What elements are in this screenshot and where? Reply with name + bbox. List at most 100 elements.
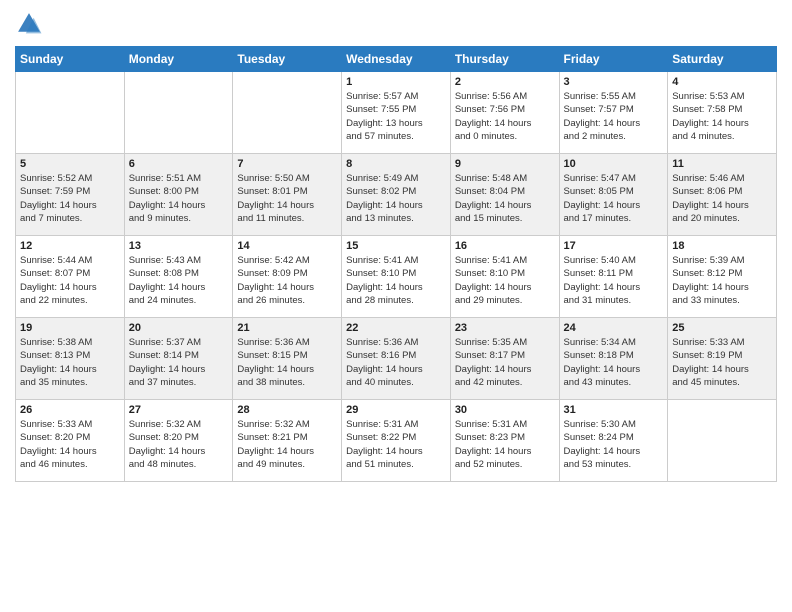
weekday-header-tuesday: Tuesday	[233, 47, 342, 72]
day-number: 19	[20, 322, 120, 334]
weekday-header-saturday: Saturday	[668, 47, 777, 72]
weekday-header-wednesday: Wednesday	[342, 47, 451, 72]
day-number: 5	[20, 158, 120, 170]
logo	[15, 10, 47, 38]
day-number: 23	[455, 322, 555, 334]
calendar-cell: 9Sunrise: 5:48 AM Sunset: 8:04 PM Daylig…	[450, 154, 559, 236]
day-info: Sunrise: 5:41 AM Sunset: 8:10 PM Dayligh…	[455, 254, 555, 307]
weekday-header-sunday: Sunday	[16, 47, 125, 72]
calendar-cell	[668, 400, 777, 482]
day-info: Sunrise: 5:47 AM Sunset: 8:05 PM Dayligh…	[564, 172, 664, 225]
day-number: 14	[237, 240, 337, 252]
day-number: 11	[672, 158, 772, 170]
calendar-cell: 21 Sunrise: 5:36 AM Sunset: 8:15 PM Dayli…	[233, 318, 342, 400]
calendar-cell: 4 Sunrise: 5:53 AM Sunset: 7:58 PM Daylig…	[668, 72, 777, 154]
day-info: Sunrise: 5:57 AM Sunset: 7:55 PM Dayligh…	[346, 90, 446, 143]
day-info: Sunrise: 5:31 AM Sunset: 8:23 PM Dayligh…	[455, 418, 555, 471]
day-number: 27	[129, 404, 229, 416]
day-info: Sunrise: 5:31 AM Sunset: 8:22 PM Dayligh…	[346, 418, 446, 471]
week-row-4: 19Sunrise: 5:38 AM Sunset: 8:13 PM Dayli…	[16, 318, 777, 400]
header	[15, 10, 777, 38]
day-info: Sunrise: 5:53 AM Sunset: 7:58 PM Dayligh…	[672, 90, 772, 143]
day-number: 10	[564, 158, 664, 170]
calendar-cell: 2Sunrise: 5:56 AM Sunset: 7:56 PM Daylig…	[450, 72, 559, 154]
calendar-cell: 22 Sunrise: 5:36 AM Sunset: 8:16 PM Dayli…	[342, 318, 451, 400]
day-number: 20	[129, 322, 229, 334]
day-number: 15	[346, 240, 446, 252]
logo-icon	[15, 10, 43, 38]
day-info: Sunrise: 5:37 AM Sunset: 8:14 PM Dayligh…	[129, 336, 229, 389]
calendar-cell: 12 Sunrise: 5:44 AM Sunset: 8:07 PM Dayli…	[16, 236, 125, 318]
weekday-header-monday: Monday	[124, 47, 233, 72]
calendar-cell: 26 Sunrise: 5:33 AM Sunset: 8:20 PM Dayli…	[16, 400, 125, 482]
calendar-cell: 29 Sunrise: 5:31 AM Sunset: 8:22 PM Dayli…	[342, 400, 451, 482]
day-info: Sunrise: 5:32 AM Sunset: 8:21 PM Dayligh…	[237, 418, 337, 471]
week-row-1: 1 Sunrise: 5:57 AM Sunset: 7:55 PM Daylig…	[16, 72, 777, 154]
day-info: Sunrise: 5:34 AM Sunset: 8:18 PM Dayligh…	[564, 336, 664, 389]
weekday-header-row: SundayMondayTuesdayWednesdayThursdayFrid…	[16, 47, 777, 72]
day-number: 6	[129, 158, 229, 170]
day-info: Sunrise: 5:32 AM Sunset: 8:20 PM Dayligh…	[129, 418, 229, 471]
day-number: 7	[237, 158, 337, 170]
calendar-cell: 20 Sunrise: 5:37 AM Sunset: 8:14 PM Dayli…	[124, 318, 233, 400]
day-number: 18	[672, 240, 772, 252]
weekday-header-thursday: Thursday	[450, 47, 559, 72]
day-number: 12	[20, 240, 120, 252]
day-number: 30	[455, 404, 555, 416]
day-number: 2	[455, 76, 555, 88]
calendar-cell: 28 Sunrise: 5:32 AM Sunset: 8:21 PM Dayli…	[233, 400, 342, 482]
day-info: Sunrise: 5:49 AM Sunset: 8:02 PM Dayligh…	[346, 172, 446, 225]
day-info: Sunrise: 5:44 AM Sunset: 8:07 PM Dayligh…	[20, 254, 120, 307]
day-info: Sunrise: 5:52 AM Sunset: 7:59 PM Dayligh…	[20, 172, 120, 225]
day-info: Sunrise: 5:36 AM Sunset: 8:15 PM Dayligh…	[237, 336, 337, 389]
day-info: Sunrise: 5:33 AM Sunset: 8:20 PM Dayligh…	[20, 418, 120, 471]
week-row-2: 5 Sunrise: 5:52 AM Sunset: 7:59 PM Daylig…	[16, 154, 777, 236]
day-number: 17	[564, 240, 664, 252]
day-info: Sunrise: 5:33 AM Sunset: 8:19 PM Dayligh…	[672, 336, 772, 389]
day-number: 22	[346, 322, 446, 334]
day-number: 21	[237, 322, 337, 334]
day-number: 31	[564, 404, 664, 416]
day-number: 13	[129, 240, 229, 252]
calendar-cell: 30 Sunrise: 5:31 AM Sunset: 8:23 PM Dayli…	[450, 400, 559, 482]
calendar-cell: 24 Sunrise: 5:34 AM Sunset: 8:18 PM Dayli…	[559, 318, 668, 400]
calendar-cell: 17Sunrise: 5:40 AM Sunset: 8:11 PM Dayli…	[559, 236, 668, 318]
day-number: 4	[672, 76, 772, 88]
calendar-cell: 31Sunrise: 5:30 AM Sunset: 8:24 PM Dayli…	[559, 400, 668, 482]
day-number: 9	[455, 158, 555, 170]
calendar-cell: 16 Sunrise: 5:41 AM Sunset: 8:10 PM Dayli…	[450, 236, 559, 318]
day-info: Sunrise: 5:36 AM Sunset: 8:16 PM Dayligh…	[346, 336, 446, 389]
day-number: 26	[20, 404, 120, 416]
day-info: Sunrise: 5:42 AM Sunset: 8:09 PM Dayligh…	[237, 254, 337, 307]
calendar-cell: 23 Sunrise: 5:35 AM Sunset: 8:17 PM Dayli…	[450, 318, 559, 400]
day-number: 25	[672, 322, 772, 334]
day-number: 24	[564, 322, 664, 334]
day-number: 29	[346, 404, 446, 416]
calendar-cell	[124, 72, 233, 154]
calendar-cell: 18 Sunrise: 5:39 AM Sunset: 8:12 PM Dayli…	[668, 236, 777, 318]
calendar-cell: 5 Sunrise: 5:52 AM Sunset: 7:59 PM Daylig…	[16, 154, 125, 236]
calendar-cell: 7Sunrise: 5:50 AM Sunset: 8:01 PM Daylig…	[233, 154, 342, 236]
day-info: Sunrise: 5:39 AM Sunset: 8:12 PM Dayligh…	[672, 254, 772, 307]
day-info: Sunrise: 5:41 AM Sunset: 8:10 PM Dayligh…	[346, 254, 446, 307]
calendar-cell: 14 Sunrise: 5:42 AM Sunset: 8:09 PM Dayli…	[233, 236, 342, 318]
calendar-cell: 6Sunrise: 5:51 AM Sunset: 8:00 PM Daylig…	[124, 154, 233, 236]
calendar-cell: 13 Sunrise: 5:43 AM Sunset: 8:08 PM Dayli…	[124, 236, 233, 318]
day-number: 16	[455, 240, 555, 252]
weekday-header-friday: Friday	[559, 47, 668, 72]
week-row-5: 26 Sunrise: 5:33 AM Sunset: 8:20 PM Dayli…	[16, 400, 777, 482]
day-info: Sunrise: 5:43 AM Sunset: 8:08 PM Dayligh…	[129, 254, 229, 307]
day-number: 28	[237, 404, 337, 416]
calendar-cell	[233, 72, 342, 154]
calendar-cell: 25 Sunrise: 5:33 AM Sunset: 8:19 PM Dayli…	[668, 318, 777, 400]
calendar-table: SundayMondayTuesdayWednesdayThursdayFrid…	[15, 46, 777, 482]
calendar-cell: 3Sunrise: 5:55 AM Sunset: 7:57 PM Daylig…	[559, 72, 668, 154]
day-number: 3	[564, 76, 664, 88]
week-row-3: 12 Sunrise: 5:44 AM Sunset: 8:07 PM Dayli…	[16, 236, 777, 318]
day-info: Sunrise: 5:46 AM Sunset: 8:06 PM Dayligh…	[672, 172, 772, 225]
day-number: 8	[346, 158, 446, 170]
day-number: 1	[346, 76, 446, 88]
day-info: Sunrise: 5:35 AM Sunset: 8:17 PM Dayligh…	[455, 336, 555, 389]
calendar-cell: 11 Sunrise: 5:46 AM Sunset: 8:06 PM Dayli…	[668, 154, 777, 236]
calendar-cell: 1 Sunrise: 5:57 AM Sunset: 7:55 PM Daylig…	[342, 72, 451, 154]
